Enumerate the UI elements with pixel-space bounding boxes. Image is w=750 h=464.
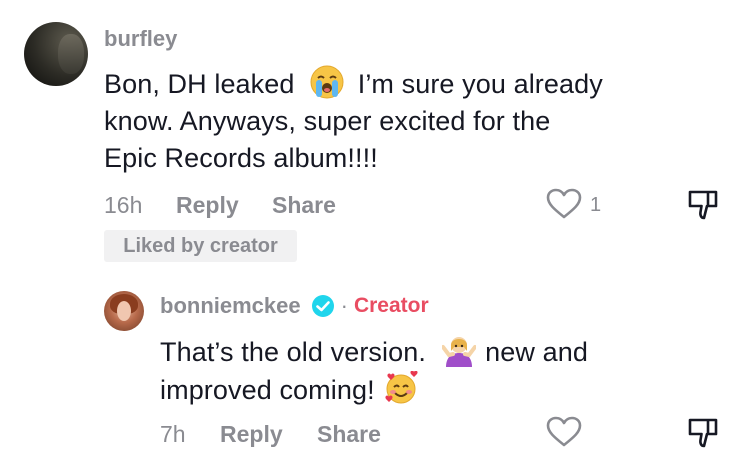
reply-like-heart-icon[interactable] (546, 416, 582, 448)
comment-time: 16h (104, 192, 143, 218)
separator-dot: · (340, 293, 348, 318)
liked-by-creator-badge: Liked by creator (104, 230, 297, 262)
reply-time: 7h (160, 421, 186, 447)
reply-share-button[interactable]: Share (317, 421, 381, 448)
comment-text: Bon, DH leaked I’m sure you already know… (104, 65, 664, 177)
reply-text-line: new and (485, 337, 588, 367)
reply-reply-button[interactable]: Reply (220, 421, 283, 448)
like-heart-icon[interactable] (546, 188, 582, 220)
reply-header: bonniemckee · Creator (160, 293, 429, 319)
like-count: 1 (590, 194, 602, 216)
verified-badge-icon (311, 295, 334, 317)
reply-avatar[interactable] (104, 291, 144, 331)
comment-text-line: Epic Records album!!!! (104, 143, 378, 173)
creator-label: Creator (353, 294, 429, 317)
reply-text-line: improved coming! (160, 375, 375, 405)
reply-text-line: That’s the old version. (160, 337, 426, 367)
loudly-crying-face-icon (310, 65, 344, 99)
comment-username[interactable]: burfley (104, 26, 177, 52)
reply-button[interactable]: Reply (176, 192, 239, 219)
dislike-icon[interactable] (686, 188, 720, 222)
reply-dislike-icon[interactable] (686, 416, 720, 450)
comment-text-line: I’m sure you already (357, 69, 603, 99)
woman-shrugging-icon (441, 337, 476, 367)
comment-text-line: Bon, DH leaked (104, 69, 295, 99)
smiling-face-with-hearts-icon (385, 371, 418, 404)
share-button[interactable]: Share (272, 192, 336, 219)
avatar[interactable] (24, 22, 88, 86)
reply-text: That’s the old version. new and improved… (160, 333, 660, 409)
comment-text-line: know. Anyways, super excited for the (104, 106, 551, 136)
reply-username[interactable]: bonniemckee (160, 293, 301, 319)
